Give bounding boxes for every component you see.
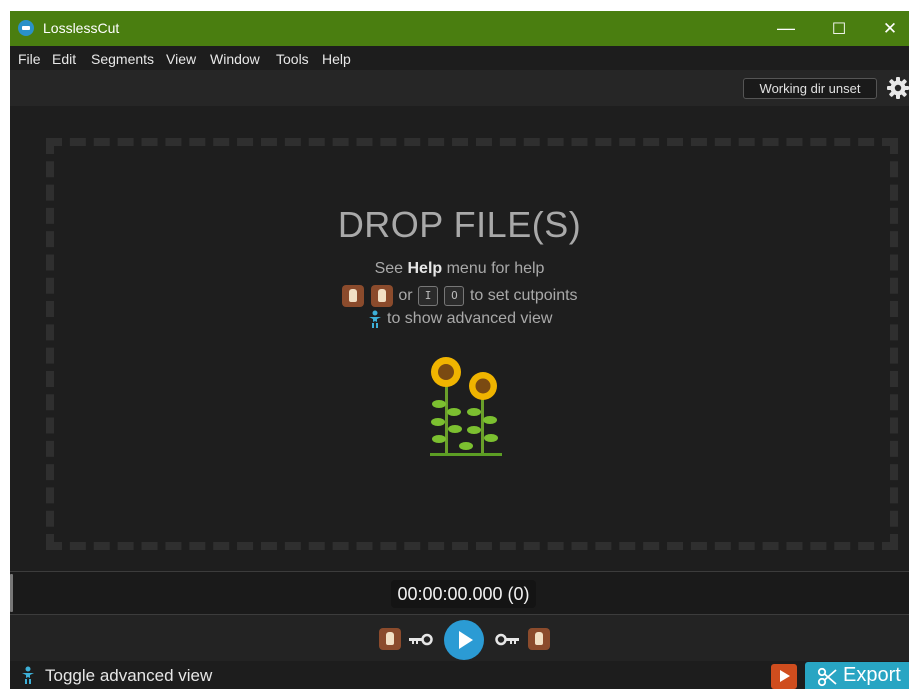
toggle-advanced-view-button[interactable]: Toggle advanced view xyxy=(45,666,212,686)
person-icon[interactable] xyxy=(20,666,36,684)
key-icon[interactable] xyxy=(495,632,519,646)
play-button[interactable] xyxy=(444,620,484,660)
drop-zone-border xyxy=(46,138,898,550)
key-icon[interactable] xyxy=(409,632,433,646)
top-toolbar: Working dir unset xyxy=(10,70,909,106)
key-out-badge: O xyxy=(444,286,465,306)
menu-help[interactable]: Help xyxy=(322,51,351,67)
export-label: Export xyxy=(843,664,901,686)
hand-cutpoint-icon xyxy=(370,285,393,307)
timeline-edge-handle[interactable] xyxy=(10,574,13,612)
maximize-button[interactable]: ☐ xyxy=(816,11,862,46)
hand-cutpoint-icon xyxy=(342,285,365,307)
timecode-display[interactable]: 00:00:00.000 (0) xyxy=(391,580,536,608)
menu-segments[interactable]: Segments xyxy=(91,51,154,67)
title-bar: LosslessCut — ☐ ✕ xyxy=(10,11,909,46)
preview-play-button[interactable] xyxy=(771,664,797,689)
minimize-button[interactable]: — xyxy=(763,11,809,46)
set-cut-start-button[interactable] xyxy=(379,628,401,650)
menu-view[interactable]: View xyxy=(166,51,196,67)
close-button[interactable]: ✕ xyxy=(867,11,909,46)
key-in-badge: I xyxy=(418,286,439,306)
help-hint-bold: Help xyxy=(407,260,443,277)
drop-title: DROP FILE(S) xyxy=(337,204,582,245)
window-title: LosslessCut xyxy=(43,20,120,36)
sunflowers-icon xyxy=(430,357,502,456)
advanced-hint: to show advanced view xyxy=(10,310,909,328)
timeline-bar[interactable]: 00:00:00.000 (0) xyxy=(10,571,909,615)
app-window: LosslessCut — ☐ ✕ File Edit Segments Vie… xyxy=(10,11,909,689)
help-hint-suffix: menu for help xyxy=(442,260,545,277)
scissors-icon xyxy=(817,667,837,687)
menu-file[interactable]: File xyxy=(18,51,41,67)
help-hint-prefix: See xyxy=(374,260,408,277)
gear-icon[interactable] xyxy=(886,76,909,100)
bottom-bar: Toggle advanced view Export xyxy=(10,661,909,689)
cutpoints-hint: or I O to set cutpoints xyxy=(10,285,909,307)
cutpoints-or: or xyxy=(398,287,413,305)
set-cut-end-button[interactable] xyxy=(528,628,550,650)
help-hint: See Help menu for help xyxy=(10,260,909,278)
menu-window[interactable]: Window xyxy=(210,51,260,67)
cutpoints-suffix: to set cutpoints xyxy=(469,287,578,305)
export-button[interactable]: Export xyxy=(805,662,909,689)
drop-zone[interactable]: DROP FILE(S) See Help menu for help or I… xyxy=(10,106,909,571)
menu-bar: File Edit Segments View Window Tools Hel… xyxy=(10,46,909,70)
losslesscut-app-icon xyxy=(18,20,34,36)
working-dir-button[interactable]: Working dir unset xyxy=(743,78,877,99)
advanced-hint-text: to show advanced view xyxy=(387,310,553,328)
playback-controls xyxy=(10,615,909,661)
menu-edit[interactable]: Edit xyxy=(52,51,76,67)
person-icon xyxy=(368,310,381,328)
menu-tools[interactable]: Tools xyxy=(276,51,309,67)
